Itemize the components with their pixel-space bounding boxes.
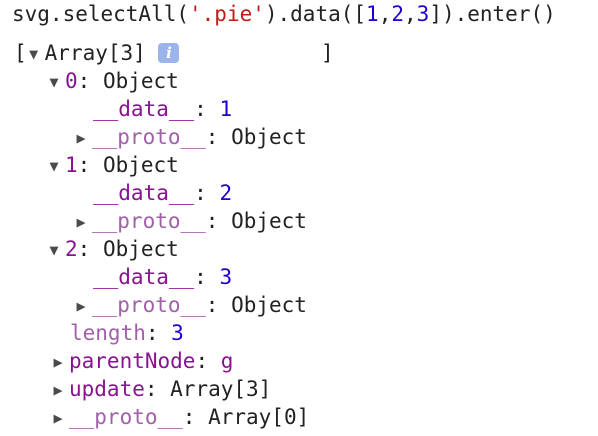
entry-2-proto-key: __proto__ <box>92 293 206 317</box>
triangle-right-icon[interactable]: ▶ <box>74 208 88 236</box>
command-suffix: ]).enter() <box>429 2 556 26</box>
parent-node-key: parentNode <box>69 349 196 373</box>
info-icon[interactable]: i <box>158 43 180 63</box>
console-command: svg.selectAll('.pie').data([1,2,3]).ente… <box>12 0 556 28</box>
entry-1-data-row: __data__: 2 <box>93 181 233 205</box>
command-value-3: 3 <box>416 2 430 26</box>
triangle-down-icon[interactable]: ▼ <box>27 40 41 68</box>
command-separator: , <box>404 2 417 26</box>
open-bracket: [ <box>14 41 27 65</box>
command-middle: ).data([ <box>264 2 367 26</box>
entry-0-proto-key: __proto__ <box>92 125 206 149</box>
entry-1-type: Object <box>102 153 179 177</box>
triangle-right-icon[interactable]: ▶ <box>51 404 65 432</box>
update-row[interactable]: ▶ update: Array[3] <box>51 375 271 403</box>
entry-1-data-value: 2 <box>219 181 233 205</box>
entry-1-proto-value: Object <box>231 209 307 233</box>
array-summary: Array[3] <box>44 41 146 65</box>
entry-1-row[interactable]: ▼ 1: Object <box>47 151 179 180</box>
entry-0-data-row: __data__: 1 <box>93 97 233 121</box>
command-prefix: svg.selectAll( <box>12 2 190 26</box>
parent-node-row[interactable]: ▶ parentNode: g <box>51 347 233 375</box>
array-proto-key: __proto__ <box>69 405 183 429</box>
command-value-1: 1 <box>366 2 379 26</box>
triangle-down-icon[interactable]: ▼ <box>47 152 61 180</box>
triangle-right-icon[interactable]: ▶ <box>51 376 65 404</box>
command-separator: , <box>378 2 392 26</box>
result-array-row[interactable]: [▼ Array[3] i <box>14 39 180 68</box>
entry-2-proto-value: Object <box>231 293 307 317</box>
entry-2-type: Object <box>102 237 179 261</box>
command-value-2: 2 <box>391 2 404 26</box>
length-row: length: 3 <box>70 321 184 345</box>
triangle-right-icon[interactable]: ▶ <box>74 292 88 320</box>
triangle-down-icon[interactable]: ▼ <box>47 236 61 264</box>
triangle-down-icon[interactable]: ▼ <box>47 68 61 96</box>
array-proto-value: Array[0] <box>208 405 310 429</box>
entry-0-proto-row[interactable]: ▶ __proto__: Object <box>74 123 307 152</box>
entry-0-data-key: __data__ <box>93 97 195 121</box>
length-key: length <box>70 321 146 345</box>
entry-2-row[interactable]: ▼ 2: Object <box>47 235 179 264</box>
entry-2-proto-row[interactable]: ▶ __proto__: Object <box>74 291 307 320</box>
command-selector-string: '.pie' <box>189 2 265 26</box>
triangle-right-icon[interactable]: ▶ <box>51 348 65 376</box>
parent-node-value: g <box>220 349 234 373</box>
entry-1-proto-key: __proto__ <box>92 209 206 233</box>
entry-1-index: 1 <box>65 153 78 177</box>
entry-2-data-value: 3 <box>219 265 233 289</box>
entry-1-data-key: __data__ <box>93 181 195 205</box>
entry-0-row[interactable]: ▼ 0: Object <box>47 67 179 96</box>
array-proto-row[interactable]: ▶ __proto__: Array[0] <box>51 403 309 431</box>
entry-2-index: 2 <box>65 237 78 261</box>
entry-0-type: Object <box>102 69 179 93</box>
entry-2-data-row: __data__: 3 <box>93 265 233 289</box>
entry-0-index: 0 <box>65 69 78 93</box>
length-value: 3 <box>171 321 184 345</box>
update-value: Array[3] <box>170 377 272 401</box>
console-panel: svg.selectAll('.pie').data([1,2,3]).ente… <box>0 0 598 436</box>
entry-0-proto-value: Object <box>231 125 307 149</box>
triangle-right-icon[interactable]: ▶ <box>74 124 88 152</box>
entry-2-data-key: __data__ <box>93 265 195 289</box>
entry-0-data-value: 1 <box>219 97 233 121</box>
close-bracket: ] <box>321 41 334 65</box>
update-key: update <box>69 377 145 401</box>
entry-1-proto-row[interactable]: ▶ __proto__: Object <box>74 207 307 236</box>
